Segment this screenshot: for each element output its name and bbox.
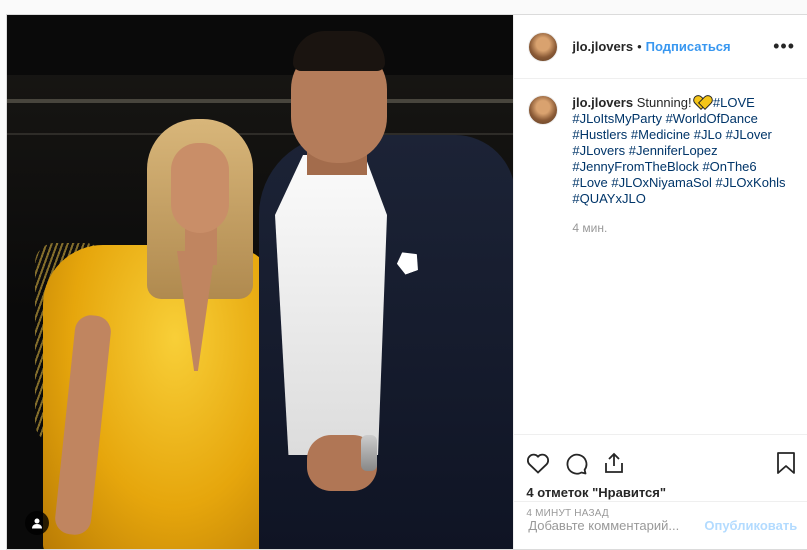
comment-bubble-icon[interactable] xyxy=(564,451,588,475)
hashtag-link[interactable]: #JenniferLopez xyxy=(629,143,718,158)
post-sidebar: jlo.jlovers • Подписаться ••• jlo.jlover… xyxy=(513,15,807,549)
bookmark-icon[interactable] xyxy=(776,451,796,475)
hashtag-link[interactable]: #JennyFromTheBlock xyxy=(572,159,698,174)
photo-man-hair xyxy=(293,31,385,71)
yellow-heart-icon xyxy=(695,96,709,108)
caption-time[interactable]: 4 мин. xyxy=(572,221,793,235)
photo-white-shirt xyxy=(275,155,387,455)
hashtag-link[interactable]: #JLovers xyxy=(572,143,625,158)
separator-dot: • xyxy=(637,39,642,54)
hashtag-link[interactable]: #JLoItsMyParty xyxy=(572,111,662,126)
caption-message: Stunning! xyxy=(636,95,692,110)
follow-button[interactable]: Подписаться xyxy=(646,39,731,54)
hashtag-link[interactable]: #JLover xyxy=(726,127,772,142)
hashtag-link[interactable]: #Love xyxy=(572,175,607,190)
caption-username[interactable]: jlo.jlovers xyxy=(572,95,633,110)
post-header: jlo.jlovers • Подписаться ••• xyxy=(514,15,807,79)
heart-outline-icon[interactable] xyxy=(526,452,550,474)
share-icon[interactable] xyxy=(602,451,626,475)
tagged-people-icon[interactable] xyxy=(25,511,49,535)
hashtag-link[interactable]: #WorldOfDance xyxy=(666,111,758,126)
instagram-post: jlo.jlovers • Подписаться ••• jlo.jlover… xyxy=(6,14,807,550)
hashtag-link[interactable]: #Medicine xyxy=(631,127,690,142)
hashtag-link[interactable]: #QUAYxJLO xyxy=(572,191,645,206)
comment-form: Опубликовать xyxy=(514,501,807,549)
hashtag-link[interactable]: #JLOxKohls xyxy=(715,175,785,190)
likes-count[interactable]: 4 отметок "Нравится" xyxy=(526,485,796,500)
more-options-icon[interactable]: ••• xyxy=(773,36,795,57)
avatar[interactable] xyxy=(528,31,559,62)
comment-input[interactable] xyxy=(528,518,705,533)
hashtag-list: #LOVE #JLoItsMyParty #WorldOfDance #Hust… xyxy=(572,95,785,206)
hashtag-link[interactable]: #LOVE xyxy=(713,95,755,110)
avatar[interactable] xyxy=(528,95,559,125)
post-photo[interactable] xyxy=(7,15,514,549)
caption: jlo.jlovers Stunning! #LOVE #JLoItsMyPar… xyxy=(528,95,793,207)
hashtag-link[interactable]: #JLo xyxy=(694,127,722,142)
photo-watch xyxy=(361,435,377,471)
header-username[interactable]: jlo.jlovers xyxy=(572,39,633,54)
comments-area: jlo.jlovers Stunning! #LOVE #JLoItsMyPar… xyxy=(514,79,807,434)
action-icons xyxy=(526,443,796,483)
caption-text: jlo.jlovers Stunning! #LOVE #JLoItsMyPar… xyxy=(572,95,792,207)
photo-background-rail xyxy=(7,99,514,103)
publish-button[interactable]: Опубликовать xyxy=(704,518,797,533)
photo-woman-face xyxy=(171,143,229,233)
hashtag-link[interactable]: #Hustlers xyxy=(572,127,627,142)
hashtag-link[interactable]: #OnThe6 xyxy=(702,159,756,174)
hashtag-link[interactable]: #JLOxNiyamaSol xyxy=(611,175,711,190)
